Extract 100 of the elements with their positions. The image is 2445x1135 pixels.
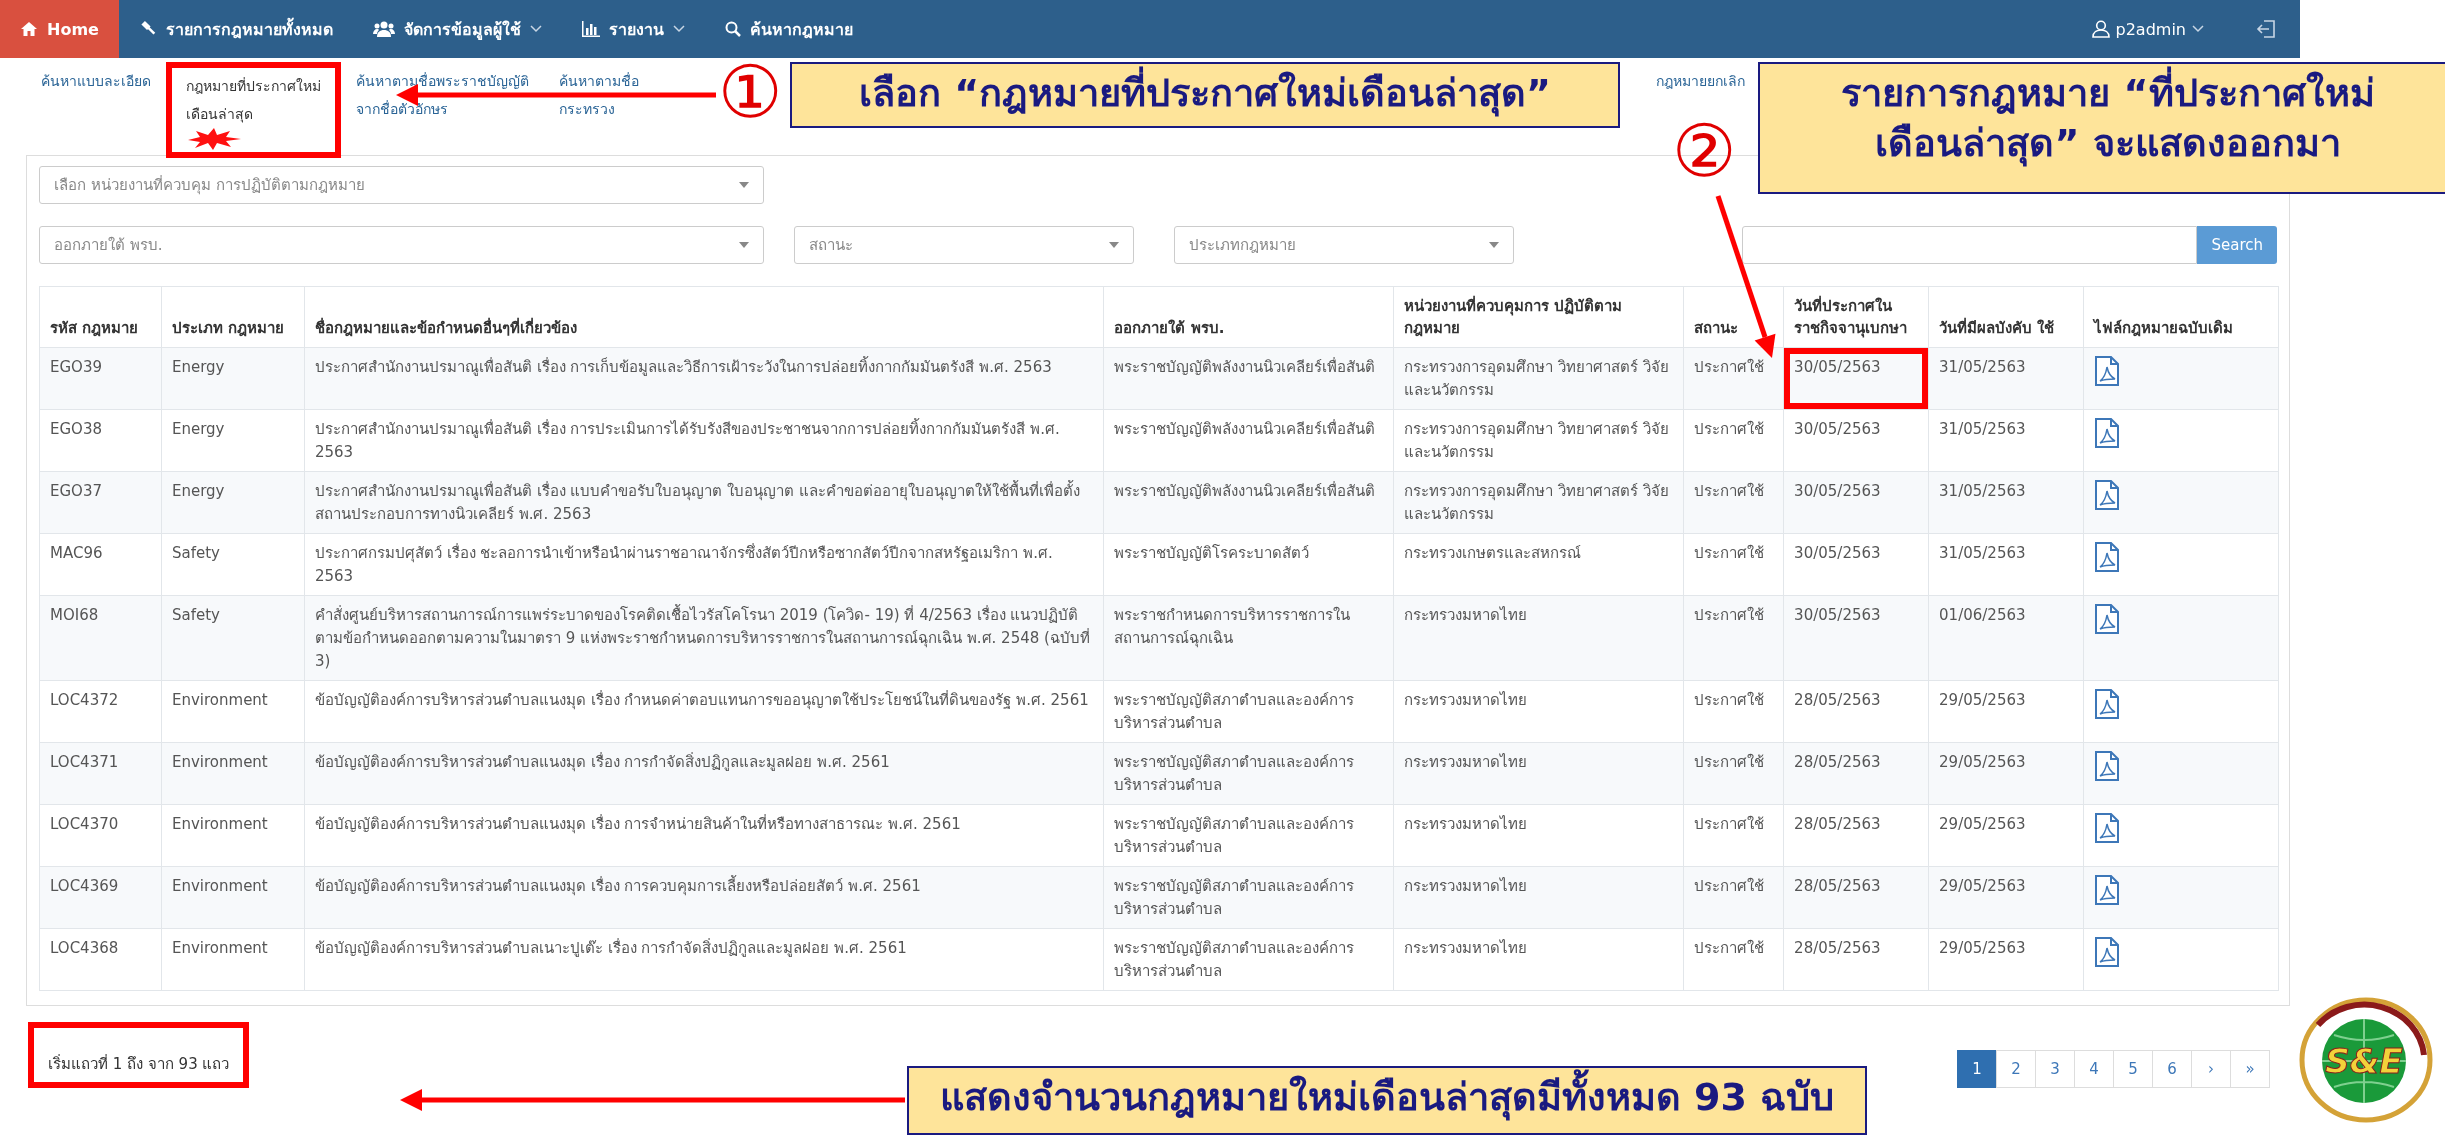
users-icon (372, 21, 395, 37)
table-cell: กระทรวงมหาดไทย (1393, 742, 1684, 805)
table-cell: LOC4370 (39, 804, 162, 867)
column-header: วันที่ประกาศใน ราชกิจจานุเบกษา (1783, 286, 1929, 348)
chevron-down-icon (672, 25, 685, 33)
pdf-file-icon[interactable] (2094, 480, 2120, 510)
row-count-text: เริ่มแถวที่ 1 ถึง จาก 93 แถว (28, 1022, 250, 1088)
table-cell: ประกาศใช้ (1683, 928, 1784, 991)
page-button[interactable]: 5 (2113, 1050, 2153, 1088)
pdf-file-icon[interactable] (2094, 813, 2120, 843)
chevron-down-icon (2192, 25, 2204, 33)
logout-icon[interactable] (2256, 19, 2276, 39)
table-cell: 30/05/2563 (1783, 409, 1929, 472)
table-cell: ข้อบัญญัติองค์การบริหารส่วนตำบลแนงมุด เรื่อง การควบคุมการเลี้ยงหรือปล่อยสัตว์ พ.ศ. 2561 (304, 866, 1104, 929)
table-cell: ข้อบัญญัติองค์การบริหารส่วนตำบลแนงมุด เรื่อง กำหนดค่าตอบแทนการขออนุญาตใช้ประโยชน์ในที่ดินของรัฐ พ.ศ. 2561 (304, 680, 1104, 743)
table-cell: MAC96 (39, 533, 162, 596)
table-cell: ประกาศกรมปศุสัตว์ เรื่อง ชะลอการนำเข้าหรือนำผ่านราชอาณาจักรซึ่งสัตว์ปีกหรือซากสัตว์ปีกจากสหรัฐอเมริกา พ.ศ. 2563 (304, 533, 1104, 596)
tab[interactable]: ค้นหาแบบละเอียด (26, 62, 166, 97)
table-cell: ประกาศใช้ (1683, 742, 1784, 805)
pdf-file-icon[interactable] (2094, 875, 2120, 905)
nav-item[interactable]: ค้นหากฎหมาย (704, 0, 873, 58)
table-cell: 31/05/2563 (1928, 471, 2084, 534)
search-icon (724, 21, 741, 37)
table-cell: 29/05/2563 (1928, 680, 2084, 743)
column-header: ออกภายใต้ พรบ. (1103, 286, 1394, 348)
user-menu[interactable]: p2admin (2085, 18, 2210, 40)
table-cell: 29/05/2563 (1928, 742, 2084, 805)
column-header: รหัส กฎหมาย (39, 286, 162, 348)
pdf-file-icon[interactable] (2094, 751, 2120, 781)
table-cell: พระราชกำหนดการบริหารราชการในสถานการณ์ฉุกเฉิน (1103, 595, 1394, 681)
dropdown-caret-icon (1489, 242, 1499, 248)
pdf-file-icon[interactable] (2094, 689, 2120, 719)
nav-item[interactable]: รายการกฎหมายทั้งหมด (118, 0, 353, 58)
table-cell: LOC4368 (39, 928, 162, 991)
table-cell: ข้อบัญญัติองค์การบริหารส่วนตำบลแนงมุด เรื่อง การกำจัดสิ่งปฏิกูลและมูลฝอย พ.ศ. 2561 (304, 742, 1104, 805)
table-cell: ข้อบัญญัติองค์การบริหารส่วนตำบลแนงมุด เรื่อง การจำหน่ายสินค้าในที่หรือทางสาธารณะ พ.ศ. 2561 (304, 804, 1104, 867)
home-icon (20, 21, 38, 37)
tab[interactable]: กฎหมายยกเลิก (1641, 62, 1760, 97)
table-cell: พระราชบัญญัติพลังงานนิวเคลียร์เพื่อสันติ (1103, 347, 1394, 410)
table-cell: กระทรวงมหาดไทย (1393, 595, 1684, 681)
table-cell: 28/05/2563 (1783, 928, 1929, 991)
page-button[interactable]: 4 (2074, 1050, 2114, 1088)
table-cell: ประกาศใช้ (1683, 471, 1784, 534)
table-cell: 28/05/2563 (1783, 866, 1929, 929)
dropdown-caret-icon (739, 242, 749, 248)
table-cell: ข้อบัญญัติองค์การบริหารส่วนตำบลเนาะปูเต๊ะ เรื่อง การกำจัดสิ่งปฏิกูลและมูลฝอย พ.ศ. 2561 (304, 928, 1104, 991)
table-cell: กระทรวงการอุดมศึกษา วิทยาศาสตร์ วิจัยและนวัตกรรม (1393, 347, 1684, 410)
table-cell: 28/05/2563 (1783, 742, 1929, 805)
pdf-file-icon[interactable] (2094, 418, 2120, 448)
search-button[interactable]: Search (2197, 226, 2277, 264)
table-cell: Energy (161, 471, 305, 534)
tab[interactable]: ค้นหาตามชื่อ กระทรวง (544, 62, 654, 125)
agency-select[interactable]: เลือก หน่วยงานที่ควบคุม การปฏิบัติตามกฎหมาย (39, 166, 764, 204)
page-button[interactable]: 6 (2152, 1050, 2192, 1088)
table-cell: พระราชบัญญัติโรคระบาดสัตว์ (1103, 533, 1394, 596)
table-cell: ประกาศใช้ (1683, 804, 1784, 867)
table-cell: พระราชบัญญัติสภาตำบลและองค์การบริหารส่วนตำบล (1103, 928, 1394, 991)
status-select[interactable]: สถานะ (794, 226, 1134, 264)
page-button[interactable]: 2 (1996, 1050, 2036, 1088)
dropdown-caret-icon (739, 182, 749, 188)
gavel-icon (138, 20, 157, 38)
law-type-select[interactable]: ประเภทกฎหมาย (1174, 226, 1514, 264)
table-cell: ประกาศใช้ (1683, 533, 1784, 596)
pdf-file-icon[interactable] (2094, 356, 2120, 386)
page-button[interactable]: » (2230, 1050, 2270, 1088)
table-cell: LOC4369 (39, 866, 162, 929)
table-cell: Safety (161, 595, 305, 681)
table-cell: 29/05/2563 (1928, 866, 2084, 929)
chevron-down-icon (529, 25, 542, 33)
table-cell: 29/05/2563 (1928, 804, 2084, 867)
table-cell: พระราชบัญญัติสภาตำบลและองค์การบริหารส่วนตำบล (1103, 680, 1394, 743)
nav-item[interactable]: รายงาน (561, 0, 705, 58)
page-button[interactable]: 1 (1957, 1050, 1997, 1088)
pdf-file-icon[interactable] (2094, 542, 2120, 572)
table-cell: LOC4372 (39, 680, 162, 743)
company-logo: S&E (2298, 995, 2434, 1125)
table-cell: พระราชบัญญัติพลังงานนิวเคลียร์เพื่อสันติ (1103, 409, 1394, 472)
tab[interactable]: ค้นหาตามชื่อพระราชบัญญัติ จากชื่อตัวอักษร (341, 62, 544, 125)
page-button[interactable]: › (2191, 1050, 2231, 1088)
table-cell: 30/05/2563 (1783, 471, 1929, 534)
table-cell: ประกาศสำนักงานปรมาณูเพื่อสันติ เรื่อง การประเมินการได้รับรังสีของประชาชนจากการปล่อยทิ้งกากกัมมันตรังสี พ.ศ. 2563 (304, 409, 1104, 472)
search-field[interactable] (1742, 226, 2198, 264)
table-cell: 30/05/2563 (1783, 347, 1929, 410)
column-header: วันที่มีผลบังคับ ใช้ (1928, 286, 2084, 348)
page-button[interactable]: 3 (2035, 1050, 2075, 1088)
nav-item[interactable]: Home (0, 0, 119, 58)
tab[interactable]: กฎหมายที่ประกาศใหม่ เดือนล่าสุด (166, 62, 341, 158)
pdf-file-icon[interactable] (2094, 604, 2120, 634)
table-cell: 28/05/2563 (1783, 804, 1929, 867)
pdf-file-icon[interactable] (2094, 937, 2120, 967)
table-cell: Environment (161, 866, 305, 929)
act-select[interactable]: ออกภายใต้ พรบ. (39, 226, 764, 264)
table-cell: EGO37 (39, 471, 162, 534)
table-cell: กระทรวงการอุดมศึกษา วิทยาศาสตร์ วิจัยและนวัตกรรม (1393, 409, 1684, 472)
table-cell: กระทรวงมหาดไทย (1393, 804, 1684, 867)
nav-item[interactable]: จัดการข้อมูลผู้ใช้ (352, 0, 562, 58)
table-cell: EGO38 (39, 409, 162, 472)
table-cell: พระราชบัญญัติพลังงานนิวเคลียร์เพื่อสันติ (1103, 471, 1394, 534)
table-cell: กระทรวงการอุดมศึกษา วิทยาศาสตร์ วิจัยและนวัตกรรม (1393, 471, 1684, 534)
column-header: หน่วยงานที่ควบคุมการ ปฏิบัติตามกฎหมาย (1393, 286, 1684, 348)
